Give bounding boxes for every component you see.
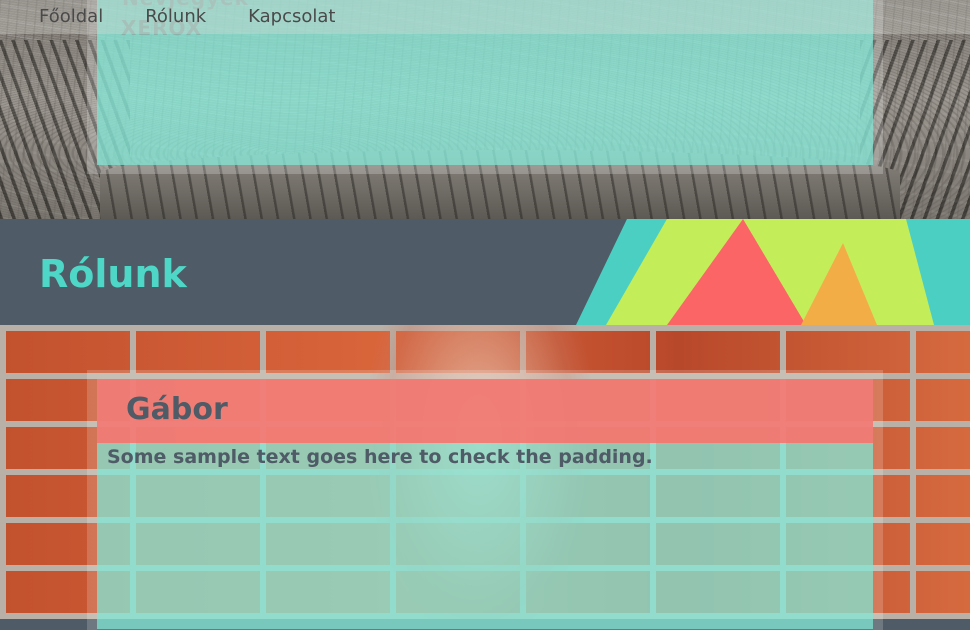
decorative-stripes xyxy=(576,219,970,325)
profile-description: Some sample text goes here to check the … xyxy=(107,446,653,468)
nav-item-about[interactable]: Rólunk xyxy=(124,0,227,34)
nav-item-home[interactable]: Főoldal xyxy=(0,0,124,34)
section-title-band: Rólunk xyxy=(0,219,970,325)
profile-name-bar: Gábor xyxy=(97,379,873,443)
main-nav: Főoldal Rólunk Kapcsolat xyxy=(0,0,970,34)
nav-item-contact[interactable]: Kapcsolat xyxy=(227,0,356,34)
profile-name: Gábor xyxy=(126,392,228,427)
